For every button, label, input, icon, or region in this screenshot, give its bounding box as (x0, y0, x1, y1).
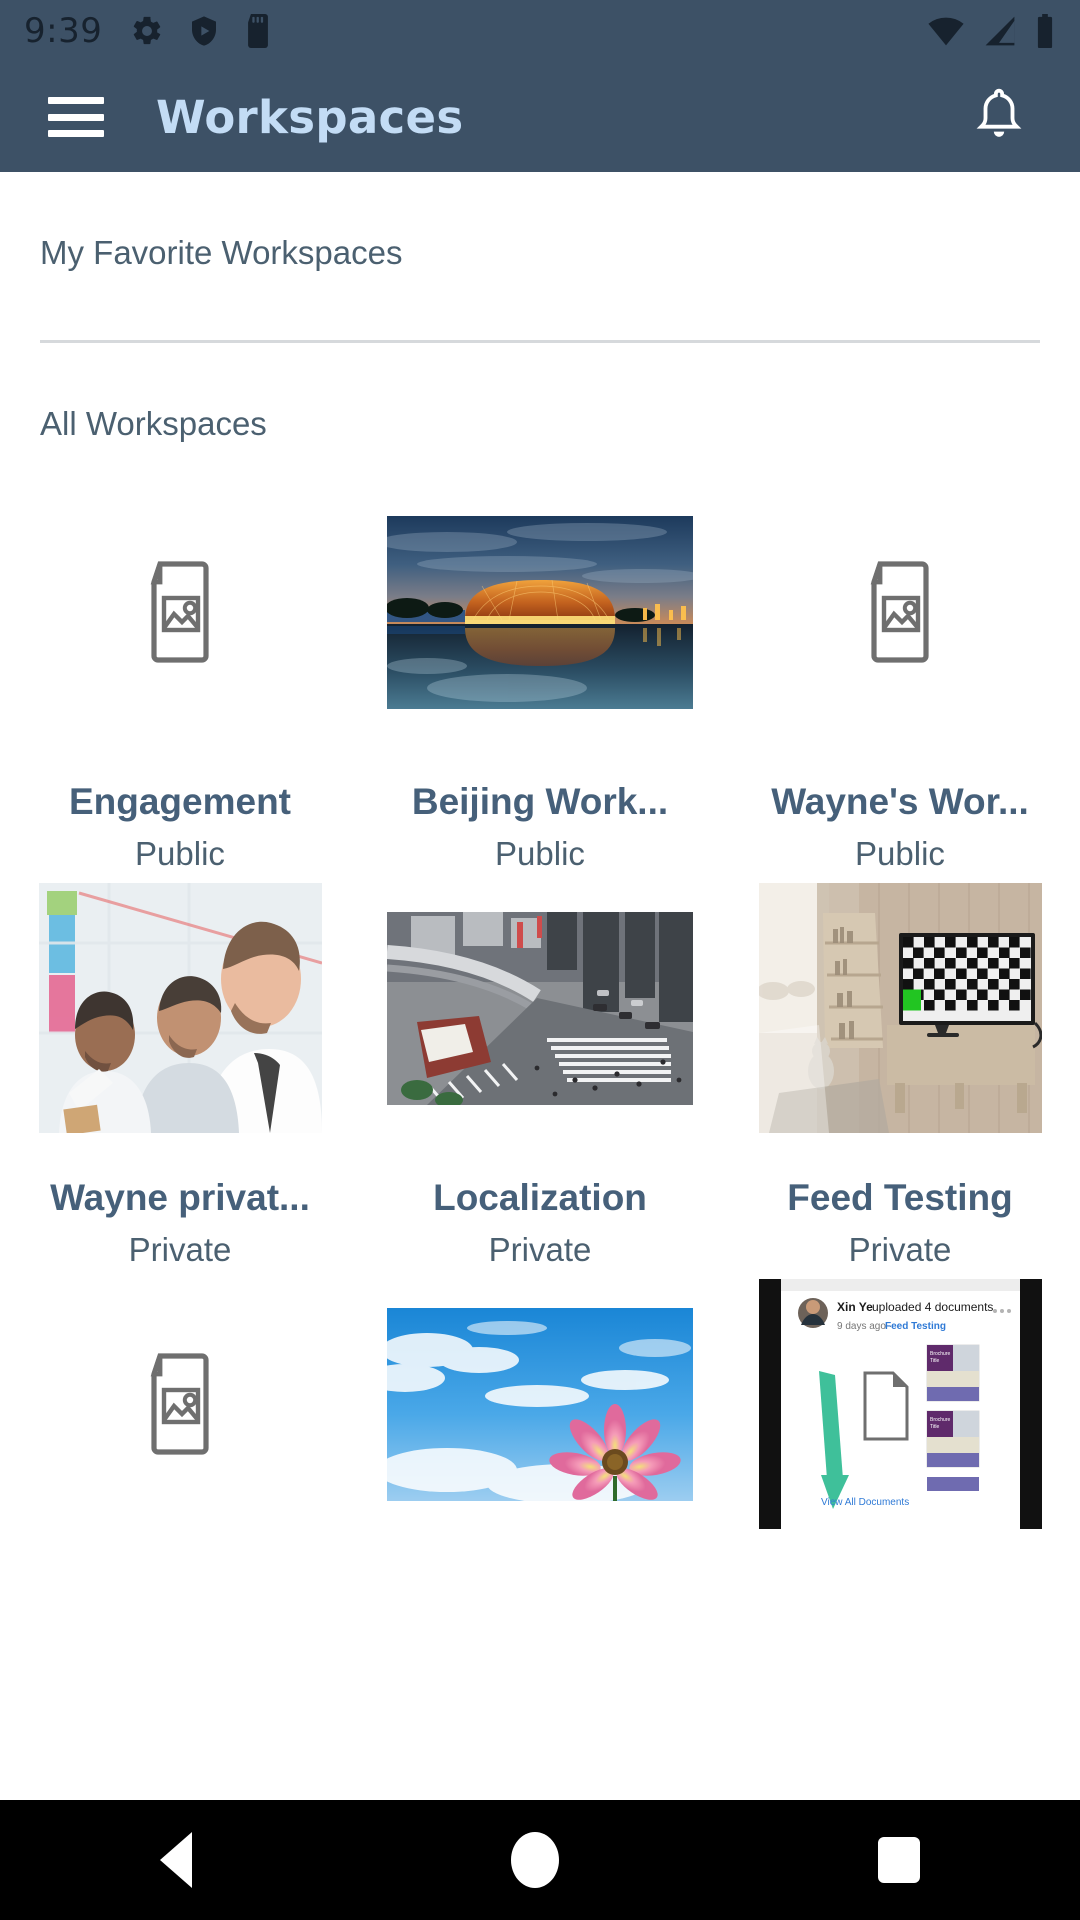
svg-text:Brochure: Brochure (930, 1351, 951, 1357)
android-navigation-bar (0, 1800, 1080, 1920)
workspace-thumbnail: Xin Ye uploaded 4 documents 9 days ago ·… (720, 1279, 1080, 1529)
wifi-icon (928, 17, 964, 46)
favorites-section-header: My Favorite Workspaces (40, 234, 403, 271)
city-intersection-image (387, 911, 693, 1105)
workspace-visibility: Private (128, 1231, 232, 1268)
workspace-title: Beijing Work... (411, 781, 669, 822)
status-bar-clock: 9:39 (24, 11, 103, 51)
broken-image-placeholder-icon (150, 1353, 209, 1455)
status-bar-system-icons (926, 14, 1056, 48)
workspace-card[interactable]: Xin Ye uploaded 4 documents 9 days ago ·… (720, 1269, 1080, 1529)
workspace-visibility: Public (855, 835, 945, 872)
workspace-list-scroll[interactable]: My Favorite Workspaces All Workspaces En… (0, 172, 1080, 1800)
workspace-card[interactable] (360, 1269, 720, 1529)
svg-text:Title: Title (930, 1358, 939, 1364)
feed-screenshot-image: Xin Ye uploaded 4 documents 9 days ago ·… (758, 1279, 1042, 1529)
workspace-visibility: Public (135, 835, 225, 872)
workspace-title: Wayne's Wor... (771, 781, 1029, 822)
app-bar: Workspaces (0, 62, 1080, 172)
recents-icon[interactable] (878, 1837, 921, 1883)
workspace-thumbnail (720, 487, 1080, 737)
workspace-title: Localization (433, 1177, 647, 1218)
workspace-card[interactable]: Beijing Work... Public (360, 477, 720, 873)
cellular-signal-icon (985, 16, 1015, 46)
svg-text:9 days ago ·: 9 days ago · (837, 1321, 892, 1332)
workspace-title: Engagement (68, 781, 292, 822)
workspace-card[interactable]: Wayne's Wor... Public (720, 477, 1080, 873)
workspace-thumbnail (0, 883, 360, 1133)
svg-text:Feed Testing: Feed Testing (885, 1321, 946, 1332)
status-bar: 9:39 (0, 0, 1080, 62)
business-team-image (38, 883, 322, 1133)
notifications-button[interactable] (972, 84, 1026, 150)
hamburger-menu-icon[interactable] (48, 97, 104, 137)
workspace-thumbnail (0, 1279, 360, 1529)
workspace-thumbnail (360, 1279, 720, 1529)
workspace-visibility: Private (848, 1231, 952, 1268)
page-title: Workspaces (156, 90, 464, 144)
workspace-title: Feed Testing (787, 1177, 1013, 1218)
workspace-title: Wayne privat... (50, 1177, 310, 1218)
flower-sky-image (387, 1307, 693, 1501)
broken-image-placeholder-icon (150, 561, 209, 663)
home-icon[interactable] (510, 1832, 559, 1888)
workspace-grid: Engagement Public Beijing Work... Public… (0, 477, 1080, 1529)
feed-author: Xin Ye (837, 1300, 873, 1314)
svg-text:uploaded 4 documents: uploaded 4 documents (872, 1300, 993, 1314)
svg-text:Title: Title (930, 1424, 939, 1430)
gear-icon (134, 16, 161, 45)
workspace-card[interactable]: Wayne privat... Private (0, 873, 360, 1269)
sd-card-icon (248, 14, 269, 48)
workspace-card[interactable]: Feed Testing Private (720, 873, 1080, 1269)
status-bar-notification-icons (130, 14, 272, 48)
workspace-thumbnail (0, 487, 360, 737)
svg-text:Brochure: Brochure (930, 1417, 951, 1423)
workspace-card[interactable] (0, 1269, 360, 1529)
living-room-tv-image (758, 883, 1042, 1133)
phone-screen: 9:39 Workspaces My Favorite Workspaces A… (0, 0, 1080, 1920)
workspace-visibility: Private (488, 1231, 592, 1268)
bell-icon (976, 88, 1022, 137)
workspace-card[interactable]: Engagement Public (0, 477, 360, 873)
workspace-thumbnail (360, 487, 720, 737)
feed-view-all-link: View All Documents (821, 1497, 909, 1508)
workspace-thumbnail (360, 883, 720, 1133)
back-icon[interactable] (159, 1832, 192, 1888)
workspace-visibility: Public (495, 835, 585, 872)
beijing-stadium-image (387, 515, 693, 709)
workspace-thumbnail (720, 883, 1080, 1133)
broken-image-placeholder-icon (870, 561, 929, 663)
all-workspaces-section-header: All Workspaces (40, 405, 267, 442)
play-protect-shield-icon (192, 16, 217, 46)
workspace-card[interactable]: Localization Private (360, 873, 720, 1269)
battery-icon (1037, 14, 1053, 48)
